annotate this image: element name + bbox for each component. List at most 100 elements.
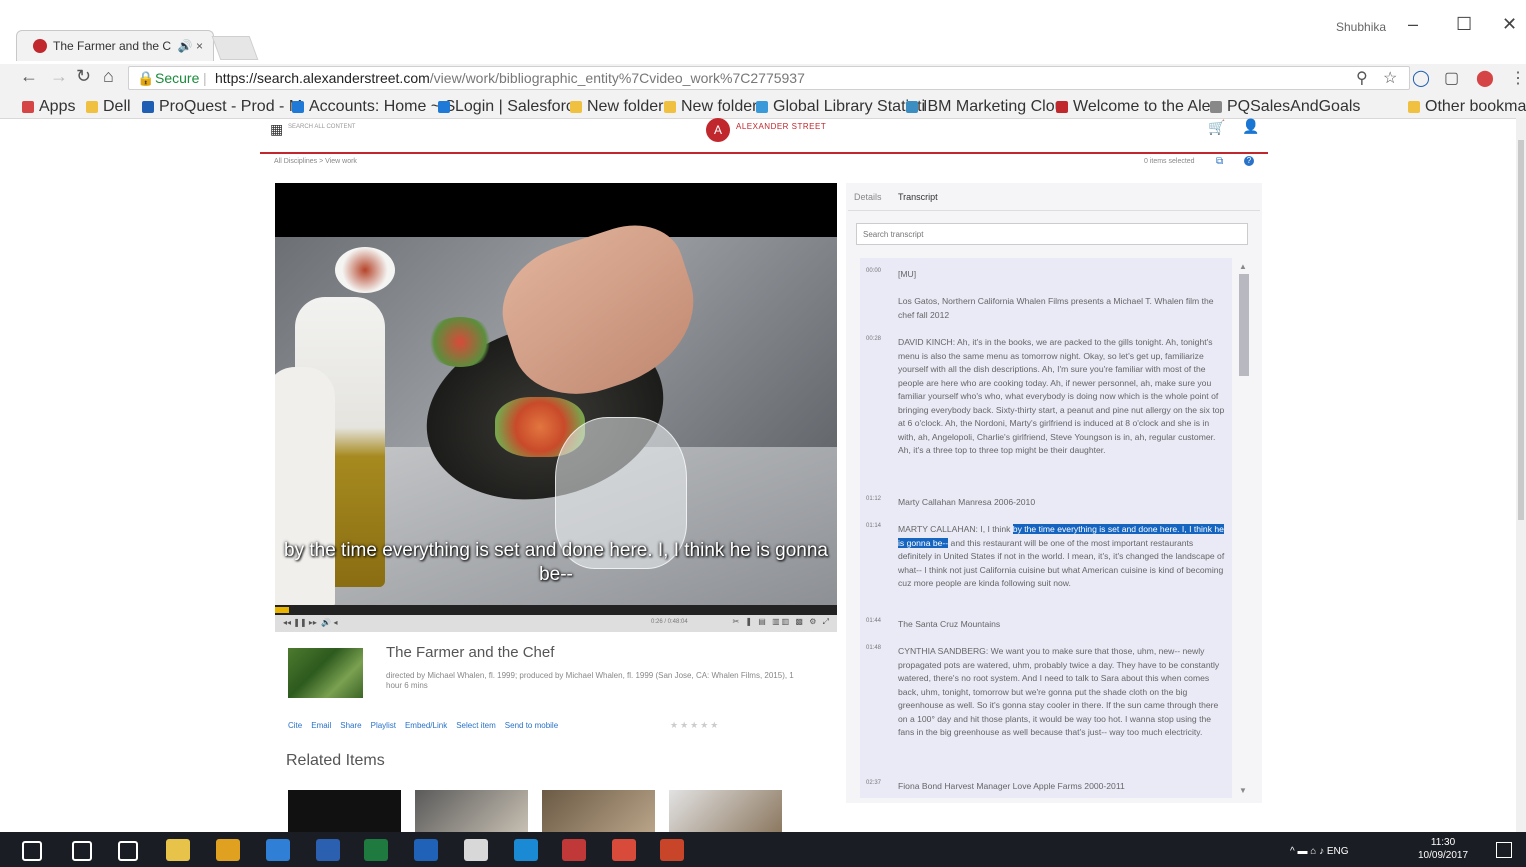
page-scrollbar-thumb[interactable]: [1518, 140, 1524, 520]
items-selected-count: 0 items selected: [1144, 158, 1195, 165]
home-icon[interactable]: ⌂: [103, 66, 114, 87]
tab-transcript[interactable]: Transcript: [898, 192, 938, 202]
excel-icon[interactable]: [364, 839, 388, 861]
chrome-menu-icon[interactable]: ⋮: [1510, 68, 1526, 88]
bookmark-item[interactable]: ProQuest - Prod - M: [142, 98, 302, 116]
url-text[interactable]: https://search.alexanderstreet.com/view/…: [215, 67, 805, 89]
tab-close-button[interactable]: 🔊 ×: [178, 31, 203, 61]
tab-audio-icon[interactable]: 🔊: [178, 39, 193, 53]
transcript-timestamp[interactable]: 00:28: [866, 336, 881, 342]
bookmark-label: Login | Salesforce: [455, 98, 583, 115]
search-all-link[interactable]: SEARCH ALL CONTENT: [288, 124, 355, 130]
extension-proquest-icon[interactable]: ◯: [1412, 68, 1430, 88]
bookmark-icon: [86, 101, 98, 113]
system-tray[interactable]: ^ ▬ ⌂ ♪ ENG: [1290, 846, 1349, 857]
action-email[interactable]: Email: [311, 721, 331, 730]
skype-business-icon[interactable]: [514, 839, 538, 861]
bookmark-item[interactable]: New folder: [570, 98, 663, 116]
action-cite[interactable]: Cite: [288, 721, 302, 730]
selection-icon[interactable]: ⧉: [1216, 156, 1223, 167]
notification-icon[interactable]: [1496, 842, 1512, 858]
windows-start-icon[interactable]: [22, 841, 42, 861]
video-progress-bar[interactable]: [275, 605, 837, 615]
user-icon[interactable]: 👤: [1242, 118, 1259, 135]
action-send-to-mobile[interactable]: Send to mobile: [505, 721, 558, 730]
work-actions: Cite Email Share Playlist Embed/Link Select i…: [288, 721, 567, 730]
related-item-thumbnail[interactable]: [415, 790, 528, 832]
transcript-search-input[interactable]: [856, 223, 1248, 245]
salad: [425, 317, 495, 367]
help-icon[interactable]: ?: [1244, 156, 1254, 166]
transcript-timestamp[interactable]: 01:44: [866, 618, 881, 624]
powerpoint-icon[interactable]: [660, 839, 684, 861]
transcript-text: Los Gatos, Northern California Whalen Fi…: [898, 296, 1214, 320]
reload-icon[interactable]: ↻: [76, 66, 91, 87]
bookmark-item[interactable]: Apps: [22, 98, 75, 116]
task-view-icon[interactable]: [118, 841, 138, 861]
player-tools[interactable]: ✂ ❚ ▤ ▥▥ ▩ ⚙ ⤢: [732, 617, 831, 627]
tab-details[interactable]: Details: [854, 192, 882, 202]
minimize-icon[interactable]: –: [1408, 14, 1418, 35]
chrome-icon[interactable]: [216, 839, 240, 861]
bookmark-item[interactable]: Other bookmarks: [1408, 98, 1526, 116]
bowlsmall: [335, 247, 395, 293]
word-icon[interactable]: [316, 839, 340, 861]
back-arrow-icon[interactable]: ←: [20, 66, 38, 87]
bookmark-item[interactable]: Dell: [86, 98, 131, 116]
action-share[interactable]: Share: [340, 721, 361, 730]
playback-controls[interactable]: ◂◂ ❚❚ ▸▸ 🔊 ◂: [283, 618, 338, 627]
related-item-thumbnail[interactable]: [542, 790, 655, 832]
transcript-timestamp[interactable]: 01:12: [866, 496, 881, 502]
rating-stars[interactable]: ★★★★★: [670, 720, 720, 731]
scroll-down-icon[interactable]: ▼: [1239, 786, 1247, 795]
zoom-search-icon[interactable]: ⚲: [1356, 68, 1368, 88]
grid-menu-icon[interactable]: ▦: [270, 121, 283, 138]
related-item-thumbnail[interactable]: [669, 790, 782, 832]
transcript-text: [MU]: [898, 269, 917, 279]
bookmark-item[interactable]: Global Library Statisti: [756, 98, 925, 116]
cart-icon[interactable]: 🛒: [1208, 119, 1225, 136]
forward-arrow-icon[interactable]: →: [50, 66, 68, 87]
profile-name[interactable]: Shubhika: [1336, 20, 1386, 34]
maximize-icon[interactable]: ☐: [1456, 14, 1472, 35]
bookmark-item[interactable]: Welcome to the Alex: [1056, 98, 1219, 116]
work-thumbnail[interactable]: [288, 648, 363, 698]
action-embed-link[interactable]: Embed/Link: [405, 721, 447, 730]
bookmark-star-icon[interactable]: ☆: [1383, 68, 1397, 88]
window-close-icon[interactable]: ✕: [1502, 14, 1517, 35]
address-bar[interactable]: 🔒 Secure | https://search.alexanderstree…: [128, 66, 1410, 90]
action-select-item[interactable]: Select item: [456, 721, 496, 730]
internet-explorer-icon[interactable]: [266, 839, 290, 861]
extension-square-icon[interactable]: ▢: [1444, 68, 1459, 88]
bookmark-item[interactable]: PQSalesAndGoals: [1210, 98, 1360, 116]
bookmark-item[interactable]: New folder: [664, 98, 757, 116]
transcript-list[interactable]: 00:00 [MU] Los Gatos, Northern Californi…: [860, 258, 1232, 798]
bookmark-icon: [22, 101, 34, 113]
transcript-timestamp[interactable]: 01:48: [866, 645, 881, 651]
app-red-icon[interactable]: [612, 839, 636, 861]
transcript-scrollbar-thumb[interactable]: [1239, 274, 1249, 376]
bookmark-item[interactable]: Accounts: Home ~ S: [292, 98, 455, 116]
breadcrumb[interactable]: All Disciplines > View work: [274, 158, 357, 165]
close-icon[interactable]: ×: [196, 39, 203, 53]
transcript-timestamp[interactable]: 00:00: [866, 268, 881, 274]
scroll-up-icon[interactable]: ▲: [1239, 262, 1247, 271]
url-path: /view/work/bibliographic_entity%7Cvideo_…: [429, 70, 805, 86]
file-explorer-icon[interactable]: [166, 839, 190, 861]
taskbar-clock[interactable]: 11:30 10/09/2017: [1418, 836, 1468, 862]
transcript-timestamp[interactable]: 02:37: [866, 780, 881, 786]
search-icon[interactable]: [72, 841, 92, 861]
transcript-timestamp[interactable]: 01:14: [866, 523, 881, 529]
video-player[interactable]: by the time everything is set and done h…: [275, 183, 837, 605]
extension-adblock-icon[interactable]: ⬤: [1476, 68, 1494, 88]
outlook-icon[interactable]: [414, 839, 438, 861]
bookmark-item[interactable]: Login | Salesforce: [438, 98, 583, 116]
logo-text[interactable]: ALEXANDER STREET: [736, 122, 826, 131]
browser-tab-active[interactable]: The Farmer and the C 🔊 ×: [16, 30, 214, 61]
action-playlist[interactable]: Playlist: [371, 721, 396, 730]
related-item-thumbnail[interactable]: [288, 790, 401, 832]
bookmark-item[interactable]: IBM Marketing Clou: [906, 98, 1064, 116]
skype-icon[interactable]: [562, 839, 586, 861]
alexander-street-logo[interactable]: A: [706, 118, 730, 142]
calculator-icon[interactable]: [464, 839, 488, 861]
